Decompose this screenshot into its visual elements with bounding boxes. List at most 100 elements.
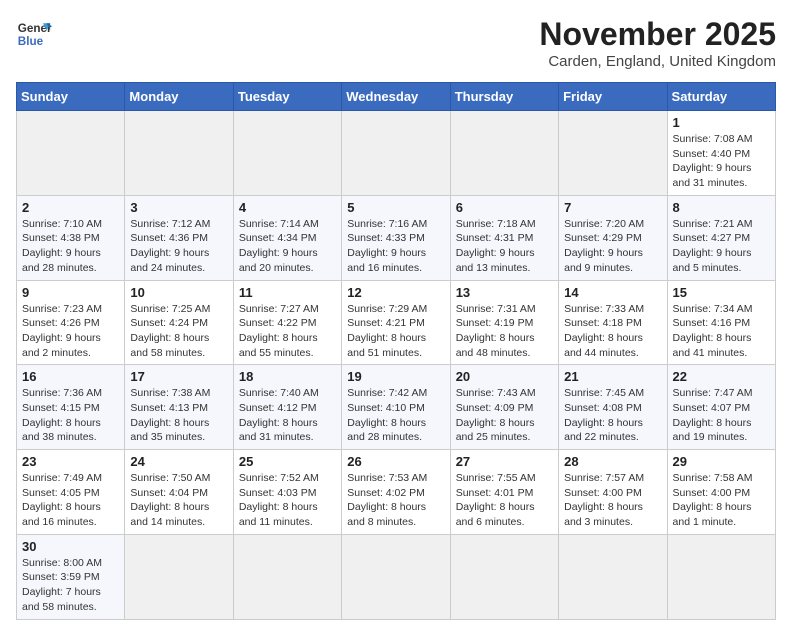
day-number: 9	[22, 285, 119, 300]
day-number: 28	[564, 454, 661, 469]
calendar-week-row: 2 Sunrise: 7:10 AM Sunset: 4:38 PM Daylig…	[17, 195, 776, 280]
day-number: 25	[239, 454, 336, 469]
calendar-cell	[559, 111, 667, 196]
calendar-cell	[233, 534, 341, 619]
calendar-cell	[125, 111, 233, 196]
column-header-monday: Monday	[125, 83, 233, 111]
calendar-cell: 17Sunrise: 7:38 AM Sunset: 4:13 PM Dayli…	[125, 365, 233, 450]
day-info: Sunrise: 7:42 AM Sunset: 4:10 PM Dayligh…	[347, 386, 444, 445]
day-info: Sunrise: 7:47 AM Sunset: 4:07 PM Dayligh…	[673, 386, 770, 445]
day-info: Sunrise: 7:12 AM Sunset: 4:36 PM Dayligh…	[130, 217, 227, 276]
calendar-cell: 12Sunrise: 7:29 AM Sunset: 4:21 PM Dayli…	[342, 280, 450, 365]
calendar-cell	[125, 534, 233, 619]
day-info: Sunrise: 7:10 AM Sunset: 4:38 PM Dayligh…	[22, 217, 119, 276]
calendar-week-row: 30Sunrise: 8:00 AM Sunset: 3:59 PM Dayli…	[17, 534, 776, 619]
day-number: 15	[673, 285, 770, 300]
calendar-cell: 10 Sunrise: 7:25 AM Sunset: 4:24 PM Dayli…	[125, 280, 233, 365]
day-info: Sunrise: 7:21 AM Sunset: 4:27 PM Dayligh…	[673, 217, 770, 276]
calendar-cell: 13Sunrise: 7:31 AM Sunset: 4:19 PM Dayli…	[450, 280, 558, 365]
calendar-cell: 6Sunrise: 7:18 AM Sunset: 4:31 PM Daylig…	[450, 195, 558, 280]
calendar-cell: 21 Sunrise: 7:45 AM Sunset: 4:08 PM Dayli…	[559, 365, 667, 450]
day-info: Sunrise: 7:14 AM Sunset: 4:34 PM Dayligh…	[239, 217, 336, 276]
calendar-cell	[450, 111, 558, 196]
column-header-tuesday: Tuesday	[233, 83, 341, 111]
day-number: 7	[564, 200, 661, 215]
day-number: 8	[673, 200, 770, 215]
calendar-cell	[17, 111, 125, 196]
day-info: Sunrise: 7:53 AM Sunset: 4:02 PM Dayligh…	[347, 471, 444, 530]
logo: General Blue	[16, 16, 52, 52]
calendar-cell	[342, 111, 450, 196]
day-number: 21	[564, 369, 661, 384]
day-info: Sunrise: 7:38 AM Sunset: 4:13 PM Dayligh…	[130, 386, 227, 445]
day-number: 18	[239, 369, 336, 384]
calendar-cell: 26Sunrise: 7:53 AM Sunset: 4:02 PM Dayli…	[342, 450, 450, 535]
calendar-week-row: 9Sunrise: 7:23 AM Sunset: 4:26 PM Daylig…	[17, 280, 776, 365]
calendar-cell: 19 Sunrise: 7:42 AM Sunset: 4:10 PM Dayli…	[342, 365, 450, 450]
column-header-thursday: Thursday	[450, 83, 558, 111]
day-info: Sunrise: 7:43 AM Sunset: 4:09 PM Dayligh…	[456, 386, 553, 445]
day-info: Sunrise: 7:33 AM Sunset: 4:18 PM Dayligh…	[564, 302, 661, 361]
day-number: 22	[673, 369, 770, 384]
calendar-cell: 1 Sunrise: 7:08 AM Sunset: 4:40 PM Daylig…	[667, 111, 775, 196]
column-header-sunday: Sunday	[17, 83, 125, 111]
calendar-cell: 25Sunrise: 7:52 AM Sunset: 4:03 PM Dayli…	[233, 450, 341, 535]
calendar-cell: 14Sunrise: 7:33 AM Sunset: 4:18 PM Dayli…	[559, 280, 667, 365]
day-info: Sunrise: 7:27 AM Sunset: 4:22 PM Dayligh…	[239, 302, 336, 361]
column-header-saturday: Saturday	[667, 83, 775, 111]
svg-text:Blue: Blue	[18, 35, 44, 48]
title-area: November 2025 Carden, England, United Ki…	[539, 16, 776, 70]
day-number: 3	[130, 200, 227, 215]
day-number: 23	[22, 454, 119, 469]
column-header-wednesday: Wednesday	[342, 83, 450, 111]
day-number: 16	[22, 369, 119, 384]
calendar-week-row: 1 Sunrise: 7:08 AM Sunset: 4:40 PM Daylig…	[17, 111, 776, 196]
day-number: 27	[456, 454, 553, 469]
calendar-cell: 5Sunrise: 7:16 AM Sunset: 4:33 PM Daylig…	[342, 195, 450, 280]
day-info: Sunrise: 7:16 AM Sunset: 4:33 PM Dayligh…	[347, 217, 444, 276]
calendar-cell: 28 Sunrise: 7:57 AM Sunset: 4:00 PM Dayli…	[559, 450, 667, 535]
calendar-cell: 3 Sunrise: 7:12 AM Sunset: 4:36 PM Daylig…	[125, 195, 233, 280]
day-info: Sunrise: 7:08 AM Sunset: 4:40 PM Dayligh…	[673, 132, 770, 191]
day-number: 11	[239, 285, 336, 300]
calendar-table: SundayMondayTuesdayWednesdayThursdayFrid…	[16, 82, 776, 620]
day-number: 2	[22, 200, 119, 215]
month-title: November 2025	[539, 16, 776, 53]
calendar-cell: 29Sunrise: 7:58 AM Sunset: 4:00 PM Dayli…	[667, 450, 775, 535]
day-number: 24	[130, 454, 227, 469]
day-number: 1	[673, 115, 770, 130]
calendar-cell: 24 Sunrise: 7:50 AM Sunset: 4:04 PM Dayli…	[125, 450, 233, 535]
day-info: Sunrise: 7:40 AM Sunset: 4:12 PM Dayligh…	[239, 386, 336, 445]
calendar-cell: 27 Sunrise: 7:55 AM Sunset: 4:01 PM Dayli…	[450, 450, 558, 535]
calendar-cell	[667, 534, 775, 619]
day-number: 20	[456, 369, 553, 384]
calendar-week-row: 23Sunrise: 7:49 AM Sunset: 4:05 PM Dayli…	[17, 450, 776, 535]
header: General Blue November 2025 Carden, Engla…	[16, 16, 776, 70]
day-info: Sunrise: 7:57 AM Sunset: 4:00 PM Dayligh…	[564, 471, 661, 530]
day-info: Sunrise: 7:58 AM Sunset: 4:00 PM Dayligh…	[673, 471, 770, 530]
day-info: Sunrise: 7:18 AM Sunset: 4:31 PM Dayligh…	[456, 217, 553, 276]
day-number: 10	[130, 285, 227, 300]
calendar-cell: 11 Sunrise: 7:27 AM Sunset: 4:22 PM Dayli…	[233, 280, 341, 365]
calendar-cell: 15Sunrise: 7:34 AM Sunset: 4:16 PM Dayli…	[667, 280, 775, 365]
column-header-friday: Friday	[559, 83, 667, 111]
day-info: Sunrise: 7:45 AM Sunset: 4:08 PM Dayligh…	[564, 386, 661, 445]
day-info: Sunrise: 7:36 AM Sunset: 4:15 PM Dayligh…	[22, 386, 119, 445]
calendar-cell	[450, 534, 558, 619]
calendar-week-row: 16 Sunrise: 7:36 AM Sunset: 4:15 PM Dayli…	[17, 365, 776, 450]
calendar-cell: 4Sunrise: 7:14 AM Sunset: 4:34 PM Daylig…	[233, 195, 341, 280]
calendar-cell: 9Sunrise: 7:23 AM Sunset: 4:26 PM Daylig…	[17, 280, 125, 365]
calendar-cell: 23Sunrise: 7:49 AM Sunset: 4:05 PM Dayli…	[17, 450, 125, 535]
day-info: Sunrise: 7:25 AM Sunset: 4:24 PM Dayligh…	[130, 302, 227, 361]
day-info: Sunrise: 7:50 AM Sunset: 4:04 PM Dayligh…	[130, 471, 227, 530]
location-subtitle: Carden, England, United Kingdom	[539, 53, 776, 70]
day-number: 19	[347, 369, 444, 384]
logo-icon: General Blue	[16, 16, 52, 52]
calendar-cell	[342, 534, 450, 619]
calendar-cell: 2 Sunrise: 7:10 AM Sunset: 4:38 PM Daylig…	[17, 195, 125, 280]
day-info: Sunrise: 7:55 AM Sunset: 4:01 PM Dayligh…	[456, 471, 553, 530]
day-info: Sunrise: 8:00 AM Sunset: 3:59 PM Dayligh…	[22, 556, 119, 615]
day-number: 13	[456, 285, 553, 300]
day-number: 12	[347, 285, 444, 300]
calendar-cell: 20 Sunrise: 7:43 AM Sunset: 4:09 PM Dayli…	[450, 365, 558, 450]
